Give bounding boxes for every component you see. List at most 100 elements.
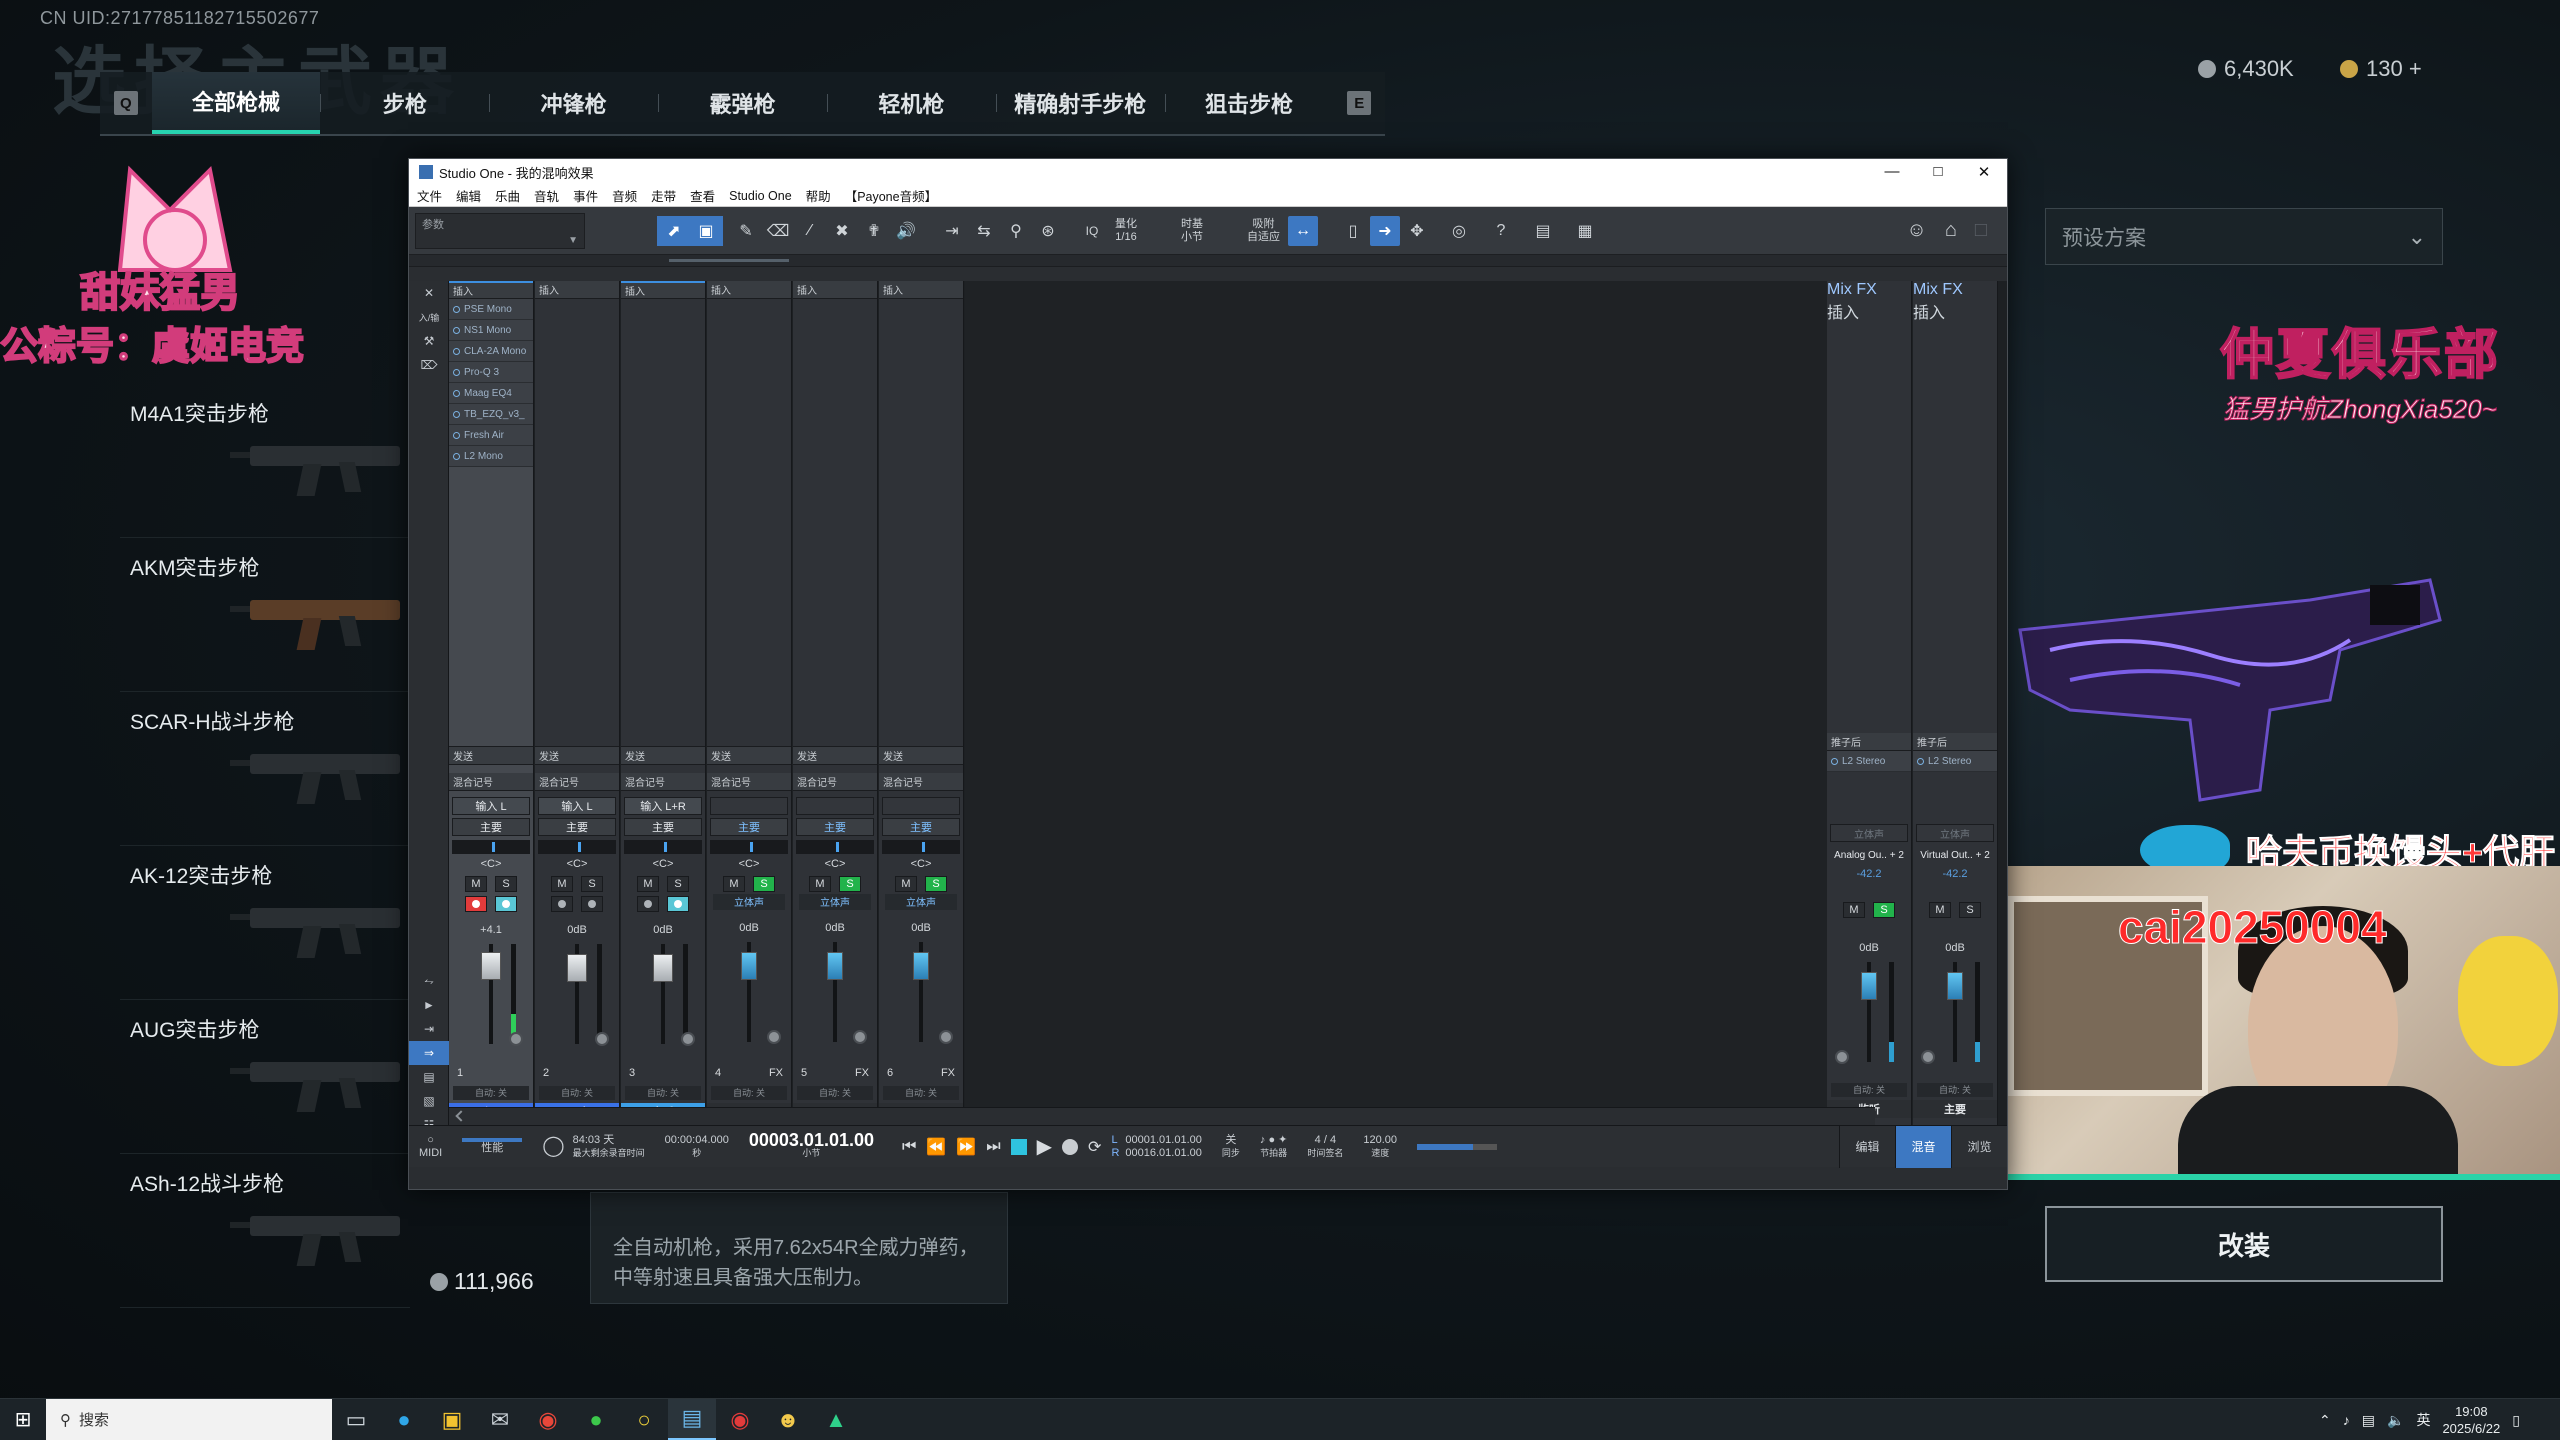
monitor-button[interactable] — [581, 896, 603, 912]
user-icon[interactable]: ☺ — [1906, 219, 1926, 242]
fader-cap[interactable] — [1947, 972, 1963, 1000]
window-titlebar[interactable]: Studio One - 我的混响效果 — □ ✕ — [409, 159, 2007, 185]
volume-fader[interactable] — [707, 940, 791, 1050]
record-arm-button[interactable] — [551, 896, 573, 912]
tempo-display[interactable]: 120.00 速度 — [1353, 1134, 1407, 1160]
zoom-icon[interactable]: ⚲ — [1001, 216, 1031, 246]
monitor-button[interactable] — [667, 896, 689, 912]
insert-header[interactable]: 插入 — [879, 281, 963, 299]
send-header[interactable]: 发送 — [707, 747, 791, 765]
chevron-up-icon[interactable]: ⌃ — [2319, 1412, 2331, 1429]
tab-mix[interactable]: 混音 — [1895, 1125, 1951, 1168]
mute-button[interactable]: M — [809, 876, 831, 892]
knob-icon[interactable] — [595, 1032, 609, 1046]
bus-selector[interactable]: 混合记号 — [535, 773, 619, 791]
fx-channel[interactable]: 插入 发送 混合记号 主要 <C> MS 立体声 0dB 4 FX 自动: 关 — [707, 281, 792, 1125]
bus-selector[interactable]: 混合记号 — [707, 773, 791, 791]
automation-mode[interactable]: 自动: 关 — [453, 1086, 529, 1100]
automation-mode[interactable]: 自动: 关 — [711, 1086, 787, 1100]
tab-browse[interactable]: 浏览 — [1951, 1125, 2007, 1168]
mute-button[interactable]: M — [723, 876, 745, 892]
send-header[interactable]: 发送 — [535, 747, 619, 765]
plugin-slot[interactable]: TB_EZQ_v3_ — [449, 404, 533, 425]
mic-icon[interactable]: ♪ — [2343, 1412, 2350, 1428]
solo-button[interactable]: S — [839, 876, 861, 892]
solo-button[interactable]: S — [581, 876, 603, 892]
weapon-item[interactable]: ASh-12战斗步枪 — [120, 1158, 410, 1308]
plugin-slot[interactable]: Fresh Air — [449, 425, 533, 446]
power-icon[interactable] — [453, 347, 460, 355]
game-icon[interactable]: ☻ — [764, 1399, 812, 1440]
bend-icon[interactable]: ⊛ — [1033, 216, 1063, 246]
power-icon[interactable] — [1831, 757, 1838, 765]
output-selector[interactable]: 主要 — [710, 818, 788, 836]
close-icon[interactable]: ✕ — [1961, 163, 2007, 181]
app-icon-green[interactable]: ▲ — [812, 1399, 860, 1440]
insert-header[interactable]: 插入 — [535, 281, 619, 299]
output-selector[interactable]: 主要 — [624, 818, 702, 836]
stereo-mode[interactable]: 立体声 — [799, 894, 871, 910]
timeline-overview[interactable] — [409, 255, 2007, 267]
close-icon[interactable]: ✕ — [409, 281, 449, 305]
expand-icon[interactable]: ⥊ — [409, 969, 449, 993]
knob-icon[interactable] — [681, 1032, 695, 1046]
ime-indicator[interactable]: 英 — [2416, 1410, 2430, 1430]
fx-channel[interactable]: 插入 发送 混合记号 主要 <C> MS 立体声 0dB 6 FX 自动: 关 — [879, 281, 964, 1125]
mute-button[interactable]: M — [465, 876, 487, 892]
insert-header[interactable]: 插入 — [621, 281, 705, 299]
select-arrow-icon[interactable]: ⬈ — [659, 215, 689, 246]
plugin-slot[interactable]: NS1 Mono — [449, 320, 533, 341]
solo-button[interactable]: S — [1873, 902, 1895, 918]
send-header[interactable]: 发送 — [793, 747, 877, 765]
pan-slider[interactable] — [624, 840, 702, 854]
key-hint-q[interactable]: Q — [114, 91, 138, 115]
menu-payone[interactable]: 【Payone音频】 — [845, 186, 937, 205]
plugin-slot[interactable]: L2 Stereo — [1913, 751, 1997, 772]
preset-dropdown[interactable]: 预设方案 ⌄ — [2045, 208, 2443, 265]
range-tool-icon[interactable]: ▣ — [691, 215, 721, 246]
knob-icon[interactable] — [853, 1030, 867, 1044]
automation-mode[interactable]: 自动: 关 — [1831, 1083, 1907, 1097]
arrow-right-icon[interactable]: ⇥ — [409, 1017, 449, 1041]
stop-button[interactable] — [1010, 1138, 1027, 1155]
seconds-display[interactable]: 00:00:04.000 秒 — [655, 1134, 739, 1160]
main-bus[interactable]: Mix FX 插入 推子后 L2 Stereo 立体声 Virtual Out.… — [1913, 281, 1998, 1125]
cursor-follow-icon[interactable]: ✥ — [1402, 216, 1432, 246]
automation-mode[interactable]: 自动: 关 — [539, 1086, 615, 1100]
midi-indicator[interactable]: ○ MIDI — [409, 1134, 452, 1160]
snap-left-icon[interactable]: ⇥ — [937, 216, 967, 246]
snap-control[interactable]: 吸附 自适应 — [1241, 218, 1286, 244]
mute-tool-icon[interactable]: ✖ — [827, 216, 857, 246]
automation-mode[interactable]: 自动: 关 — [797, 1086, 873, 1100]
monitor-button[interactable] — [495, 896, 517, 912]
plugin-slot[interactable]: PSE Mono — [449, 299, 533, 320]
solo-button[interactable]: S — [667, 876, 689, 892]
weapon-item[interactable]: M4A1突击步枪 — [120, 388, 410, 538]
tab-sniper[interactable]: 狙击步枪 — [1164, 72, 1334, 134]
master-volume-slider[interactable] — [1407, 1143, 1507, 1150]
video-icon[interactable]: ▤ — [1528, 216, 1558, 246]
mixer-channel[interactable]: 插入 发送 混合记号 输入 L 主要 <C> MS 0dB 2 自动: 关 — [535, 281, 620, 1125]
loop-icon[interactable]: ⟳ — [1088, 1137, 1101, 1157]
volume-fader[interactable] — [1827, 960, 1911, 1070]
app-icon-red[interactable]: ◉ — [524, 1399, 572, 1440]
output-selector[interactable]: 主要 — [796, 818, 874, 836]
mail-icon[interactable]: ✉ — [476, 1399, 524, 1440]
insert-header[interactable]: 插入 — [449, 281, 533, 299]
automation-mode[interactable]: 自动: 关 — [625, 1086, 701, 1100]
bus-name[interactable]: 主要 — [1913, 1100, 1997, 1118]
bus-selector[interactable]: 混合记号 — [621, 773, 705, 791]
record-button[interactable] — [1062, 1138, 1079, 1155]
play-icon[interactable]: ▶ — [1037, 1134, 1052, 1159]
menu-studio-one[interactable]: Studio One — [729, 189, 792, 203]
meter-icon[interactable]: ▧ — [409, 1089, 449, 1113]
power-icon[interactable] — [453, 431, 460, 439]
bookmark-icon[interactable]: ► — [409, 993, 449, 1017]
output-selector[interactable]: Analog Ou.. + 2 — [1830, 846, 1908, 864]
quantize-control[interactable]: 量化 1/16 — [1109, 218, 1143, 244]
param-dropdown[interactable]: 参数 ▼ — [415, 212, 585, 249]
insert-header[interactable]: 插入 — [793, 281, 877, 299]
power-icon[interactable] — [453, 389, 460, 397]
pan-slider[interactable] — [710, 840, 788, 854]
insert-header[interactable]: 插入 — [1827, 299, 1911, 323]
